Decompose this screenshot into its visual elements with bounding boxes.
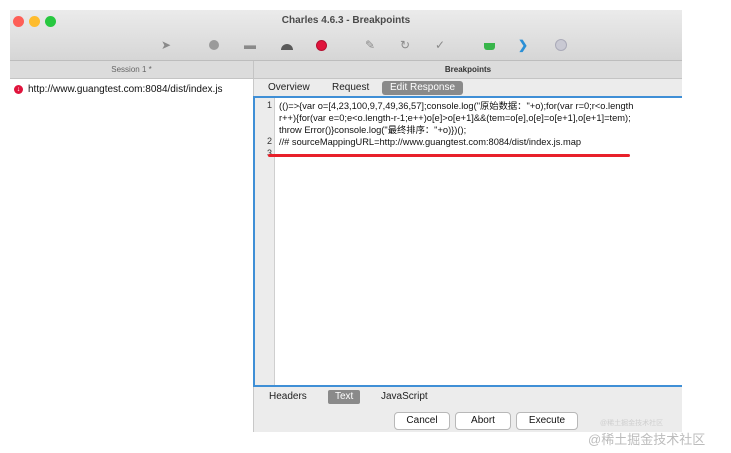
tab-edit-response[interactable]: Edit Response — [382, 81, 464, 95]
tab-session[interactable]: Session 1 * — [10, 61, 254, 78]
window-title: Charles 4.6.3 - Breakpoints — [281, 15, 411, 26]
line-number: 2 — [266, 136, 272, 146]
response-editor[interactable]: 1 2 3 (()=>{var o=[4,23,100,9,7,49,36,57… — [253, 96, 682, 387]
session-tab-strip: Session 1 * Breakpoints — [10, 61, 682, 79]
refresh-icon[interactable]: ↻ — [396, 36, 414, 54]
line-number: 1 — [266, 100, 272, 110]
turtle-icon[interactable] — [278, 36, 296, 54]
tree-item-label: http://www.guangtest.com:8084/dist/index… — [28, 83, 223, 95]
code-text[interactable]: (()=>{var o=[4,23,100,9,7,49,36,57];cons… — [279, 100, 682, 160]
body-view-tabs: Headers Text JavaScript — [254, 389, 682, 405]
tab-javascript[interactable]: JavaScript — [374, 390, 435, 404]
abort-button[interactable]: Abort — [455, 412, 511, 430]
tree-item-url[interactable]: ↓ http://www.guangtest.com:8084/dist/ind… — [14, 82, 223, 96]
charles-window: Charles 4.6.3 - Breakpoints ➤ ▬ ✎ ↻ ✓ ❯ … — [10, 10, 682, 432]
tab-request[interactable]: Request — [324, 81, 377, 95]
throttle-icon[interactable]: ▬ — [241, 36, 259, 54]
pen-icon[interactable]: ✎ — [361, 36, 379, 54]
execute-button[interactable]: Execute — [516, 412, 578, 430]
watermark-small: @稀土掘金技术社区 — [600, 420, 664, 427]
code-line: r++){for(var e=0;e<o.length-r-1;e++)o[e]… — [279, 113, 631, 123]
pointer-icon[interactable]: ➤ — [157, 36, 175, 54]
breakpoint-arrow-icon: ↓ — [14, 84, 23, 94]
toolbar: ➤ ▬ ✎ ↻ ✓ ❯ — [10, 34, 682, 56]
basket-icon[interactable] — [480, 36, 498, 54]
breakpoint-icon[interactable] — [312, 36, 330, 54]
code-line: throw Error()}console.log("最终排序："+o)})()… — [279, 125, 467, 135]
tab-breakpoints[interactable]: Breakpoints — [254, 61, 682, 78]
title-bar: Charles 4.6.3 - Breakpoints ➤ ▬ ✎ ↻ ✓ ❯ — [10, 10, 682, 61]
watermark: @稀土掘金技术社区 — [588, 432, 706, 447]
cancel-button[interactable]: Cancel — [394, 412, 450, 430]
tab-text[interactable]: Text — [328, 390, 361, 404]
record-icon[interactable] — [205, 36, 223, 54]
annotation-underline — [268, 154, 630, 157]
code-line: //# sourceMappingURL=http://www.guangtes… — [279, 137, 582, 147]
gear-icon[interactable] — [552, 36, 570, 54]
tab-overview[interactable]: Overview — [260, 81, 318, 95]
check-icon[interactable]: ✓ — [431, 36, 449, 54]
request-tree: ↓ http://www.guangtest.com:8084/dist/ind… — [10, 79, 254, 432]
tools-icon[interactable]: ❯ — [514, 36, 532, 54]
tab-headers[interactable]: Headers — [262, 390, 314, 404]
code-line: (()=>{var o=[4,23,100,9,7,49,36,57];cons… — [279, 101, 634, 111]
detail-tabs: Overview Request Edit Response — [254, 80, 682, 96]
line-number-gutter: 1 2 3 — [255, 98, 275, 385]
